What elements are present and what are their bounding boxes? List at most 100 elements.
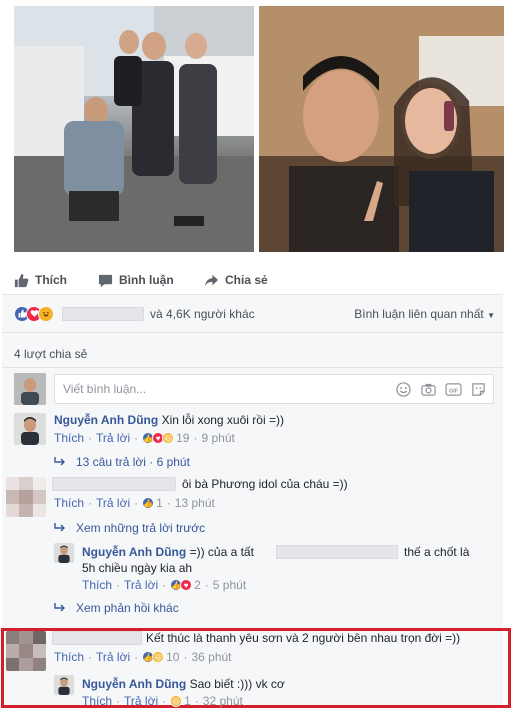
comment-author[interactable]: Nguyễn Anh Dũng bbox=[54, 413, 158, 427]
reply-time[interactable]: 32 phút bbox=[203, 694, 243, 708]
reply-text: Sao biết :))) vk cơ bbox=[189, 677, 285, 691]
comment-label: Bình luận bbox=[119, 273, 174, 287]
reactions-count-text[interactable]: và 4,6K người khác bbox=[150, 307, 255, 321]
avatar[interactable] bbox=[6, 631, 46, 671]
comment-time[interactable]: 36 phút bbox=[191, 650, 231, 664]
comment-text: ôi bà Phương idol của cháu =)) bbox=[182, 477, 348, 491]
reply-item: Nguyễn Anh Dũng Sao biết :))) vk cơ Thíc… bbox=[54, 675, 494, 708]
avatar[interactable] bbox=[14, 413, 46, 445]
reply-text-part-2: thế a chốt là bbox=[404, 545, 470, 559]
comment-time[interactable]: 9 phút bbox=[201, 431, 234, 445]
comment-text: Xin lỗi xong xuôi rồi =)) bbox=[161, 413, 284, 427]
comment-like-link[interactable]: Thích bbox=[54, 650, 84, 664]
comment-reply-link[interactable]: Trả lời bbox=[96, 650, 130, 664]
view-replies-link[interactable]: 13 câu trả lời · 6 phút bbox=[54, 455, 190, 469]
sticker-icon[interactable] bbox=[470, 381, 487, 398]
emoji-icon[interactable] bbox=[395, 381, 412, 398]
comment-sort-dropdown[interactable]: Bình luận liên quan nhất ▼ bbox=[354, 307, 495, 321]
gif-icon[interactable]: GIF bbox=[445, 381, 462, 398]
like-button[interactable]: Thích bbox=[14, 266, 67, 294]
reply-arrow-icon bbox=[54, 523, 65, 532]
comment-composer: Viết bình luận... GIF bbox=[14, 373, 494, 405]
comment-item: Nguyễn Anh Dũng Xin lỗi xong xuôi rồi =)… bbox=[14, 413, 494, 445]
comment-icon bbox=[98, 274, 113, 287]
comment-reactions[interactable]: 👍 bbox=[142, 497, 155, 509]
reply-arrow-icon bbox=[54, 457, 65, 466]
reply-reactions[interactable]: 😆 bbox=[170, 695, 183, 707]
comment-reactions[interactable]: 👍 😆 bbox=[142, 651, 165, 663]
avatar[interactable] bbox=[54, 543, 74, 563]
divider bbox=[2, 367, 503, 368]
previous-replies-link[interactable]: Xem những trả lời trước bbox=[54, 521, 205, 535]
comment-item: Kết thúc là thanh yêu sơn và 2 người bên… bbox=[6, 631, 496, 671]
svg-text:GIF: GIF bbox=[449, 388, 459, 394]
reaction-icons[interactable] bbox=[14, 305, 54, 322]
shares-count[interactable]: 4 lượt chia sẻ bbox=[14, 347, 87, 361]
haha-icon bbox=[38, 305, 54, 322]
love-icon: ♥ bbox=[180, 579, 193, 591]
thumbs-up-icon bbox=[14, 273, 29, 287]
camera-icon[interactable] bbox=[420, 381, 437, 398]
haha-icon: 😆 bbox=[152, 651, 165, 663]
comment-like-link[interactable]: Thích bbox=[54, 431, 84, 445]
reply-author[interactable]: Nguyễn Anh Dũng bbox=[82, 677, 186, 691]
comment-meta: Thích · Trả lời · 👍 1 · 13 phút bbox=[54, 496, 215, 510]
reactions-summary: và 4,6K người khác Bình luận liên quan n… bbox=[2, 295, 503, 333]
comment-button[interactable]: Bình luận bbox=[98, 266, 174, 294]
comment-reactions[interactable]: 👍 ♥ 😆 bbox=[142, 432, 175, 444]
comments-panel: và 4,6K người khác Bình luận liên quan n… bbox=[1, 294, 511, 708]
view-replies-label: 13 câu trả lời · 6 phút bbox=[76, 455, 190, 469]
comment-input[interactable]: Viết bình luận... GIF bbox=[54, 374, 494, 404]
haha-icon: 😆 bbox=[162, 432, 175, 444]
redacted-mention bbox=[276, 545, 398, 559]
reply-reactions[interactable]: 👍 ♥ bbox=[170, 579, 193, 591]
redacted-author bbox=[52, 631, 142, 645]
avatar[interactable] bbox=[54, 675, 74, 695]
comment-sort-label: Bình luận liên quan nhất bbox=[354, 307, 484, 321]
comment-meta: Thích · Trả lời · 👍 😆 10 · 36 phút bbox=[54, 650, 232, 664]
share-button[interactable]: Chia sẻ bbox=[204, 266, 268, 294]
reply-reply-link[interactable]: Trả lời bbox=[124, 694, 158, 708]
post-photos bbox=[14, 6, 504, 252]
like-label: Thích bbox=[35, 273, 67, 287]
post-actions-bar: Thích Bình luận Chia sẻ bbox=[14, 266, 504, 294]
reply-like-link[interactable]: Thích bbox=[82, 578, 112, 592]
more-replies-label: Xem phản hồi khác bbox=[76, 601, 179, 615]
share-label: Chia sẻ bbox=[225, 273, 268, 287]
like-icon: 👍 bbox=[142, 497, 155, 509]
reply-arrow-icon bbox=[54, 603, 65, 612]
comment-item: ôi bà Phương idol của cháu =)) Thích · T… bbox=[6, 477, 496, 517]
avatar bbox=[14, 373, 46, 405]
caret-down-icon: ▼ bbox=[487, 311, 495, 320]
reply-text-part-1: =)) của a tất bbox=[189, 545, 254, 559]
haha-icon: 😆 bbox=[170, 695, 183, 707]
reply-reply-link[interactable]: Trả lời bbox=[124, 578, 158, 592]
comment-text: Kết thúc là thanh yêu sơn và 2 người bên… bbox=[146, 631, 461, 645]
previous-replies-label: Xem những trả lời trước bbox=[76, 521, 206, 535]
more-replies-link[interactable]: Xem phản hồi khác bbox=[54, 601, 179, 615]
photo-selfie[interactable] bbox=[259, 6, 504, 252]
share-arrow-icon bbox=[204, 274, 219, 286]
reply-like-link[interactable]: Thích bbox=[82, 694, 112, 708]
comment-reaction-count: 10 bbox=[166, 650, 180, 664]
reply-reaction-count: 1 bbox=[184, 694, 191, 708]
reply-meta: Thích · Trả lời · 👍 ♥ 2 · 5 phút bbox=[82, 578, 247, 592]
comment-meta: Thích · Trả lời · 👍 ♥ 😆 19 · 9 phút bbox=[54, 431, 235, 445]
redacted-names bbox=[62, 306, 144, 321]
comment-time[interactable]: 13 phút bbox=[175, 496, 215, 510]
reply-item: Nguyễn Anh Dũng =)) của a tất thế a chốt… bbox=[54, 543, 494, 593]
comment-reply-link[interactable]: Trả lời bbox=[96, 431, 130, 445]
reply-meta: Thích · Trả lời · 😆 1 · 32 phút bbox=[82, 694, 243, 708]
comment-reaction-count: 19 bbox=[176, 431, 190, 445]
reply-author[interactable]: Nguyễn Anh Dũng bbox=[82, 545, 186, 559]
reply-text-part-3: 5h chiều ngày kia ah bbox=[82, 561, 193, 575]
reply-reaction-count: 2 bbox=[194, 578, 201, 592]
comment-input-placeholder: Viết bình luận... bbox=[63, 382, 147, 396]
comment-reaction-count: 1 bbox=[156, 496, 163, 510]
photo-group-outdoor[interactable] bbox=[14, 6, 254, 252]
avatar[interactable] bbox=[6, 477, 46, 517]
reply-time[interactable]: 5 phút bbox=[213, 578, 246, 592]
comment-like-link[interactable]: Thích bbox=[54, 496, 84, 510]
comment-reply-link[interactable]: Trả lời bbox=[96, 496, 130, 510]
redacted-author bbox=[52, 477, 176, 491]
